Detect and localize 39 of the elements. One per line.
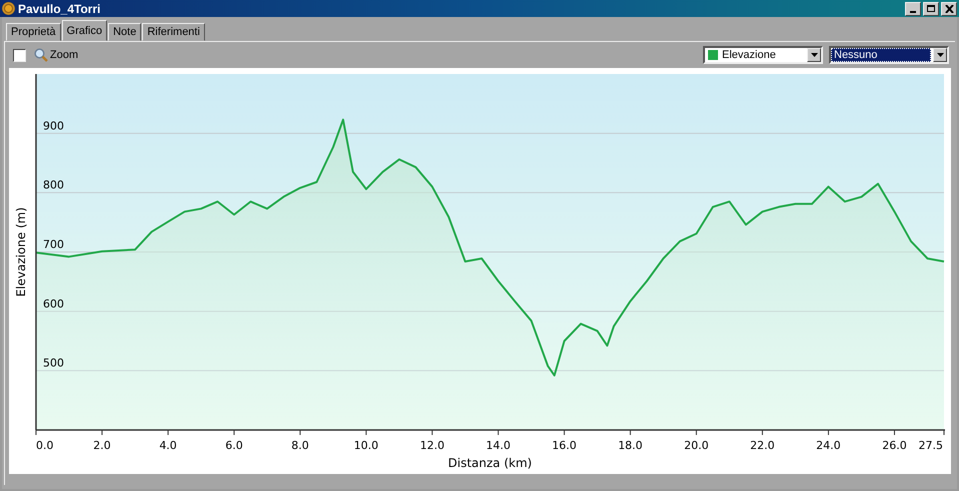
x-tick-label: 26.0	[882, 439, 907, 452]
x-tick-label: 4.0	[159, 439, 177, 452]
tab[interactable]: Grafico	[62, 20, 108, 41]
close-icon	[944, 4, 954, 12]
maximize-button[interactable]	[923, 2, 939, 16]
maximize-icon	[927, 5, 935, 12]
window-title: Pavullo_4Torri	[18, 2, 102, 16]
y-axis-title: Elevazione (m)	[14, 207, 28, 297]
x-tick-label: 20.0	[684, 439, 709, 452]
dropdown[interactable]: Elevazione	[703, 46, 823, 64]
x-tick-label: 6.0	[225, 439, 243, 452]
x-axis-title: Distanza (km)	[448, 456, 532, 470]
close-button[interactable]	[941, 2, 957, 16]
y-tick-label: 800	[43, 178, 64, 192]
minimize-button[interactable]	[905, 2, 921, 16]
x-tick-label: 8.0	[291, 439, 309, 452]
app-icon	[2, 2, 15, 15]
zoom-label: Zoom	[50, 49, 78, 61]
x-tick-label: 2.0	[93, 439, 111, 452]
y-tick-label: 500	[43, 356, 64, 370]
x-tick-label: 16.0	[552, 439, 577, 452]
magnifier-icon	[34, 48, 48, 62]
x-tick-label: 27.5	[918, 439, 943, 452]
x-tick-label: 14.0	[486, 439, 510, 452]
x-tick-label: 24.0	[816, 439, 841, 452]
x-tick-label: 0.0	[36, 439, 54, 452]
tab[interactable]: Proprietà	[6, 23, 61, 41]
checkbox[interactable]	[13, 48, 26, 62]
dropdown[interactable]: Nessuno	[829, 46, 949, 64]
tab[interactable]: Note	[108, 23, 142, 41]
x-tick-label: 10.0	[354, 439, 378, 452]
y-tick-label: 700	[43, 238, 64, 251]
x-tick-label: 22.0	[750, 439, 775, 452]
minimize-icon	[910, 11, 916, 13]
y-tick-label: 600	[43, 297, 64, 310]
y-tick-label: 900	[43, 119, 64, 132]
tab[interactable]: Riferimenti	[142, 23, 205, 41]
x-tick-label: 12.0	[420, 439, 444, 452]
x-tick-label: 18.0	[618, 439, 643, 452]
